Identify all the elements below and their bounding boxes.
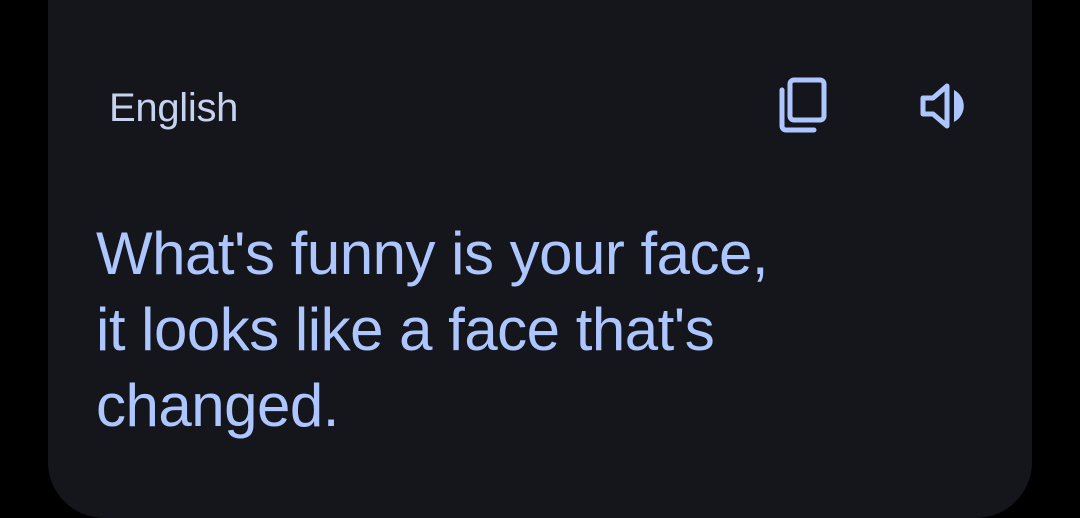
speaker-icon [917, 80, 977, 132]
copy-icon [774, 76, 830, 136]
translated-text: What's funny is your face, it looks like… [96, 220, 769, 439]
copy-button[interactable] [766, 70, 838, 142]
speak-button[interactable] [911, 70, 983, 142]
target-language-label: English [109, 86, 239, 130]
